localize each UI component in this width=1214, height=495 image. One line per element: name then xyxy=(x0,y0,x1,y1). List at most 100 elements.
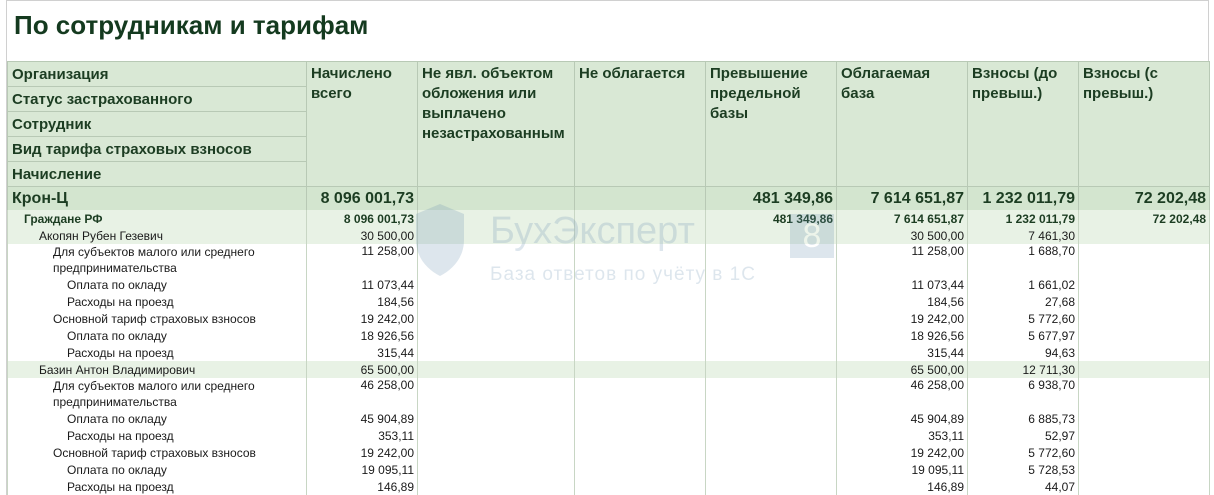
table-row[interactable]: Оплата по окладу 45 904,89 45 904,89 6 885,… xyxy=(7,410,1210,427)
cell-taxable-base: 7 614 651,87 xyxy=(836,186,968,210)
table-row[interactable]: Акопян Рубен Гезевич 30 500,00 30 500,00 7 … xyxy=(7,227,1210,244)
grouping-accrual[interactable]: Начисление xyxy=(7,161,307,187)
cell-taxable-base: 19 095,11 xyxy=(836,461,968,478)
table-row[interactable]: Оплата по окладу 19 095,11 19 095,11 5 728,… xyxy=(7,461,1210,478)
table-row[interactable]: Расходы на проезд 315,44 315,44 94,63 xyxy=(7,344,1210,361)
cell-not-taxed xyxy=(574,293,706,310)
cell-contrib-after xyxy=(1078,310,1210,327)
cell-accrued-total: 65 500,00 xyxy=(306,361,418,378)
cell-accrued-total: 19 242,00 xyxy=(306,444,418,461)
cell-taxable-base: 11 258,00 xyxy=(836,244,968,276)
row-label: Расходы на проезд xyxy=(7,427,307,444)
cell-excess-base xyxy=(705,461,837,478)
cell-not-object xyxy=(417,293,575,310)
cell-contrib-after xyxy=(1078,227,1210,244)
cell-accrued-total: 353,11 xyxy=(306,427,418,444)
cell-taxable-base: 184,56 xyxy=(836,293,968,310)
cell-taxable-base: 19 242,00 xyxy=(836,444,968,461)
cell-contrib-before: 12 711,30 xyxy=(967,361,1079,378)
cell-contrib-after xyxy=(1078,293,1210,310)
cell-excess-base xyxy=(705,378,837,410)
cell-contrib-after xyxy=(1078,444,1210,461)
row-label: Оплата по окладу xyxy=(7,410,307,427)
cell-not-taxed xyxy=(574,244,706,276)
report-table: Организация Начислено всего Не явл. объе… xyxy=(7,61,1210,495)
cell-not-object xyxy=(417,210,575,227)
table-row[interactable]: Базин Антон Владимирович 65 500,00 65 500,… xyxy=(7,361,1210,378)
grouping-employee[interactable]: Сотрудник xyxy=(7,111,307,137)
cell-taxable-base: 146,89 xyxy=(836,478,968,495)
cell-accrued-total: 146,89 xyxy=(306,478,418,495)
table-row[interactable]: Основной тариф страховых взносов 19 242,0… xyxy=(7,310,1210,327)
cell-not-taxed xyxy=(574,276,706,293)
cell-not-taxed xyxy=(574,478,706,495)
cell-taxable-base: 45 904,89 xyxy=(836,410,968,427)
col-header-accrued-total[interactable]: Начислено всего xyxy=(306,61,418,187)
table-row[interactable]: Расходы на проезд 353,11 353,11 52,97 xyxy=(7,427,1210,444)
cell-contrib-before: 6 938,70 xyxy=(967,378,1079,410)
row-label: Акопян Рубен Гезевич xyxy=(7,227,307,244)
cell-accrued-total: 19 242,00 xyxy=(306,310,418,327)
cell-not-object xyxy=(417,186,575,210)
cell-accrued-total: 19 095,11 xyxy=(306,461,418,478)
cell-taxable-base: 46 258,00 xyxy=(836,378,968,410)
cell-contrib-before: 1 232 011,79 xyxy=(967,186,1079,210)
cell-excess-base: 481 349,86 xyxy=(705,210,837,227)
cell-not-object xyxy=(417,410,575,427)
cell-accrued-total: 11 073,44 xyxy=(306,276,418,293)
col-header-not-object[interactable]: Не явл. объектом обложения или выплачено… xyxy=(417,61,575,187)
cell-not-object xyxy=(417,276,575,293)
cell-taxable-base: 19 242,00 xyxy=(836,310,968,327)
col-header-not-taxed[interactable]: Не облагается xyxy=(574,61,706,187)
cell-contrib-before: 5 772,60 xyxy=(967,444,1079,461)
cell-contrib-before: 5 677,97 xyxy=(967,327,1079,344)
cell-not-taxed xyxy=(574,186,706,210)
table-row[interactable]: Оплата по окладу 11 073,44 11 073,44 1 661,… xyxy=(7,276,1210,293)
cell-not-taxed xyxy=(574,344,706,361)
cell-contrib-before: 1 232 011,79 xyxy=(967,210,1079,227)
cell-excess-base xyxy=(705,310,837,327)
cell-not-taxed xyxy=(574,378,706,410)
cell-accrued-total: 46 258,00 xyxy=(306,378,418,410)
cell-not-taxed xyxy=(574,227,706,244)
row-label: Расходы на проезд xyxy=(7,344,307,361)
cell-excess-base xyxy=(705,361,837,378)
grouping-insured-status[interactable]: Статус застрахованного xyxy=(7,86,307,112)
cell-taxable-base: 353,11 xyxy=(836,427,968,444)
table-row[interactable]: Оплата по окладу 18 926,56 18 926,56 5 677,… xyxy=(7,327,1210,344)
cell-excess-base xyxy=(705,293,837,310)
cell-excess-base xyxy=(705,227,837,244)
cell-contrib-after xyxy=(1078,276,1210,293)
col-header-taxable-base[interactable]: Облагаемая база xyxy=(836,61,968,187)
row-label: Граждане РФ xyxy=(7,210,307,227)
cell-taxable-base: 18 926,56 xyxy=(836,327,968,344)
cell-excess-base xyxy=(705,427,837,444)
row-label: Базин Антон Владимирович xyxy=(7,361,307,378)
cell-excess-base xyxy=(705,327,837,344)
cell-not-taxed xyxy=(574,427,706,444)
cell-not-object xyxy=(417,361,575,378)
grouping-tariff-type[interactable]: Вид тарифа страховых взносов xyxy=(7,136,307,162)
cell-contrib-before: 5 772,60 xyxy=(967,310,1079,327)
table-row[interactable]: Для субъектов малого или среднего предпр… xyxy=(7,244,1210,276)
table-row[interactable]: Для субъектов малого или среднего предпр… xyxy=(7,378,1210,410)
col-header-excess-base[interactable]: Превышение предельной базы xyxy=(705,61,837,187)
table-row[interactable]: Расходы на проезд 146,89 146,89 44,07 xyxy=(7,478,1210,495)
cell-not-object xyxy=(417,244,575,276)
cell-contrib-after xyxy=(1078,410,1210,427)
cell-excess-base xyxy=(705,478,837,495)
grouping-organization[interactable]: Организация xyxy=(7,61,307,87)
col-header-contrib-after[interactable]: Взносы (с превыш.) xyxy=(1078,61,1210,187)
report-title: По сотрудникам и тарифам xyxy=(14,10,369,40)
row-label: Для субъектов малого или среднего предпр… xyxy=(7,244,307,276)
cell-not-object xyxy=(417,344,575,361)
table-row[interactable]: Расходы на проезд 184,56 184,56 27,68 xyxy=(7,293,1210,310)
cell-accrued-total: 30 500,00 xyxy=(306,227,418,244)
cell-taxable-base: 11 073,44 xyxy=(836,276,968,293)
table-row[interactable]: Крон-Ц 8 096 001,73 481 349,86 7 614 651,87… xyxy=(7,186,1210,210)
cell-contrib-before: 52,97 xyxy=(967,427,1079,444)
table-row[interactable]: Основной тариф страховых взносов 19 242,0… xyxy=(7,444,1210,461)
table-row[interactable]: Граждане РФ 8 096 001,73 481 349,86 7 614 6… xyxy=(7,210,1210,227)
cell-accrued-total: 8 096 001,73 xyxy=(306,210,418,227)
col-header-contrib-before[interactable]: Взносы (до превыш.) xyxy=(967,61,1079,187)
